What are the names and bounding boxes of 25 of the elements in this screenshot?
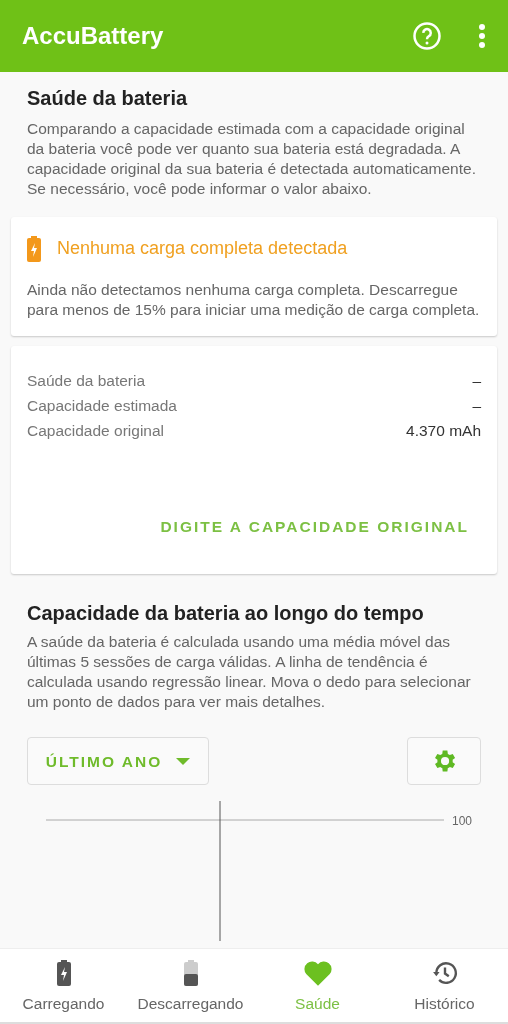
axis-tick-label: 100 (452, 813, 473, 831)
alert-message: Ainda não detectamos nenhuma carga completa. Descarregue para menos de 15% para iniciar uma medição de carga completa. (27, 280, 481, 320)
nav-tab[interactable]: Descarregando (127, 949, 254, 1022)
stat-value: – (472, 396, 481, 416)
caret-icon (176, 757, 191, 765)
heart-icon (303, 959, 332, 986)
nav-tab[interactable]: Carregando (0, 949, 127, 1022)
battery-half-icon (183, 959, 198, 986)
help-icon[interactable] (412, 21, 442, 51)
section-description: A saúde da bateria é calculada usando uma média móvel das últimas 5 sessões de carga válidas. A linha de tendência é calculada usando regressão linear. Mova o dedo para selecionar um ponto de dados para ver mais detalhes. (27, 632, 472, 713)
more-options-icon[interactable] (478, 24, 486, 48)
stat-label: Capacidade estimada (27, 396, 177, 416)
app-title: AccuBattery (22, 21, 165, 51)
stat-value: – (472, 371, 481, 391)
battery-charging-icon (27, 235, 41, 262)
stat-label: Capacidade original (27, 421, 164, 441)
stat-label: Saúde da bateria (27, 371, 146, 391)
nav-tab[interactable]: Histórico (381, 949, 508, 1022)
section-title: Saúde da bateria (27, 86, 189, 111)
settings-button[interactable] (407, 737, 481, 786)
section-title: Capacidade da bateria ao longo do tempo (27, 601, 425, 627)
alert-title: Nenhuma carga completa detectada (57, 237, 348, 260)
section-description: Comparando a capacidade estimada com a capacidade original da bateria você pode ver quanto sua bateria está degradada. A capacidade original da sua bateria é detectada automaticamente. Se necessário, você pode informar o valor abaixo. (27, 119, 477, 199)
battery-charging-icon (56, 959, 71, 986)
stat-value: 4.370 mAh (406, 421, 481, 441)
